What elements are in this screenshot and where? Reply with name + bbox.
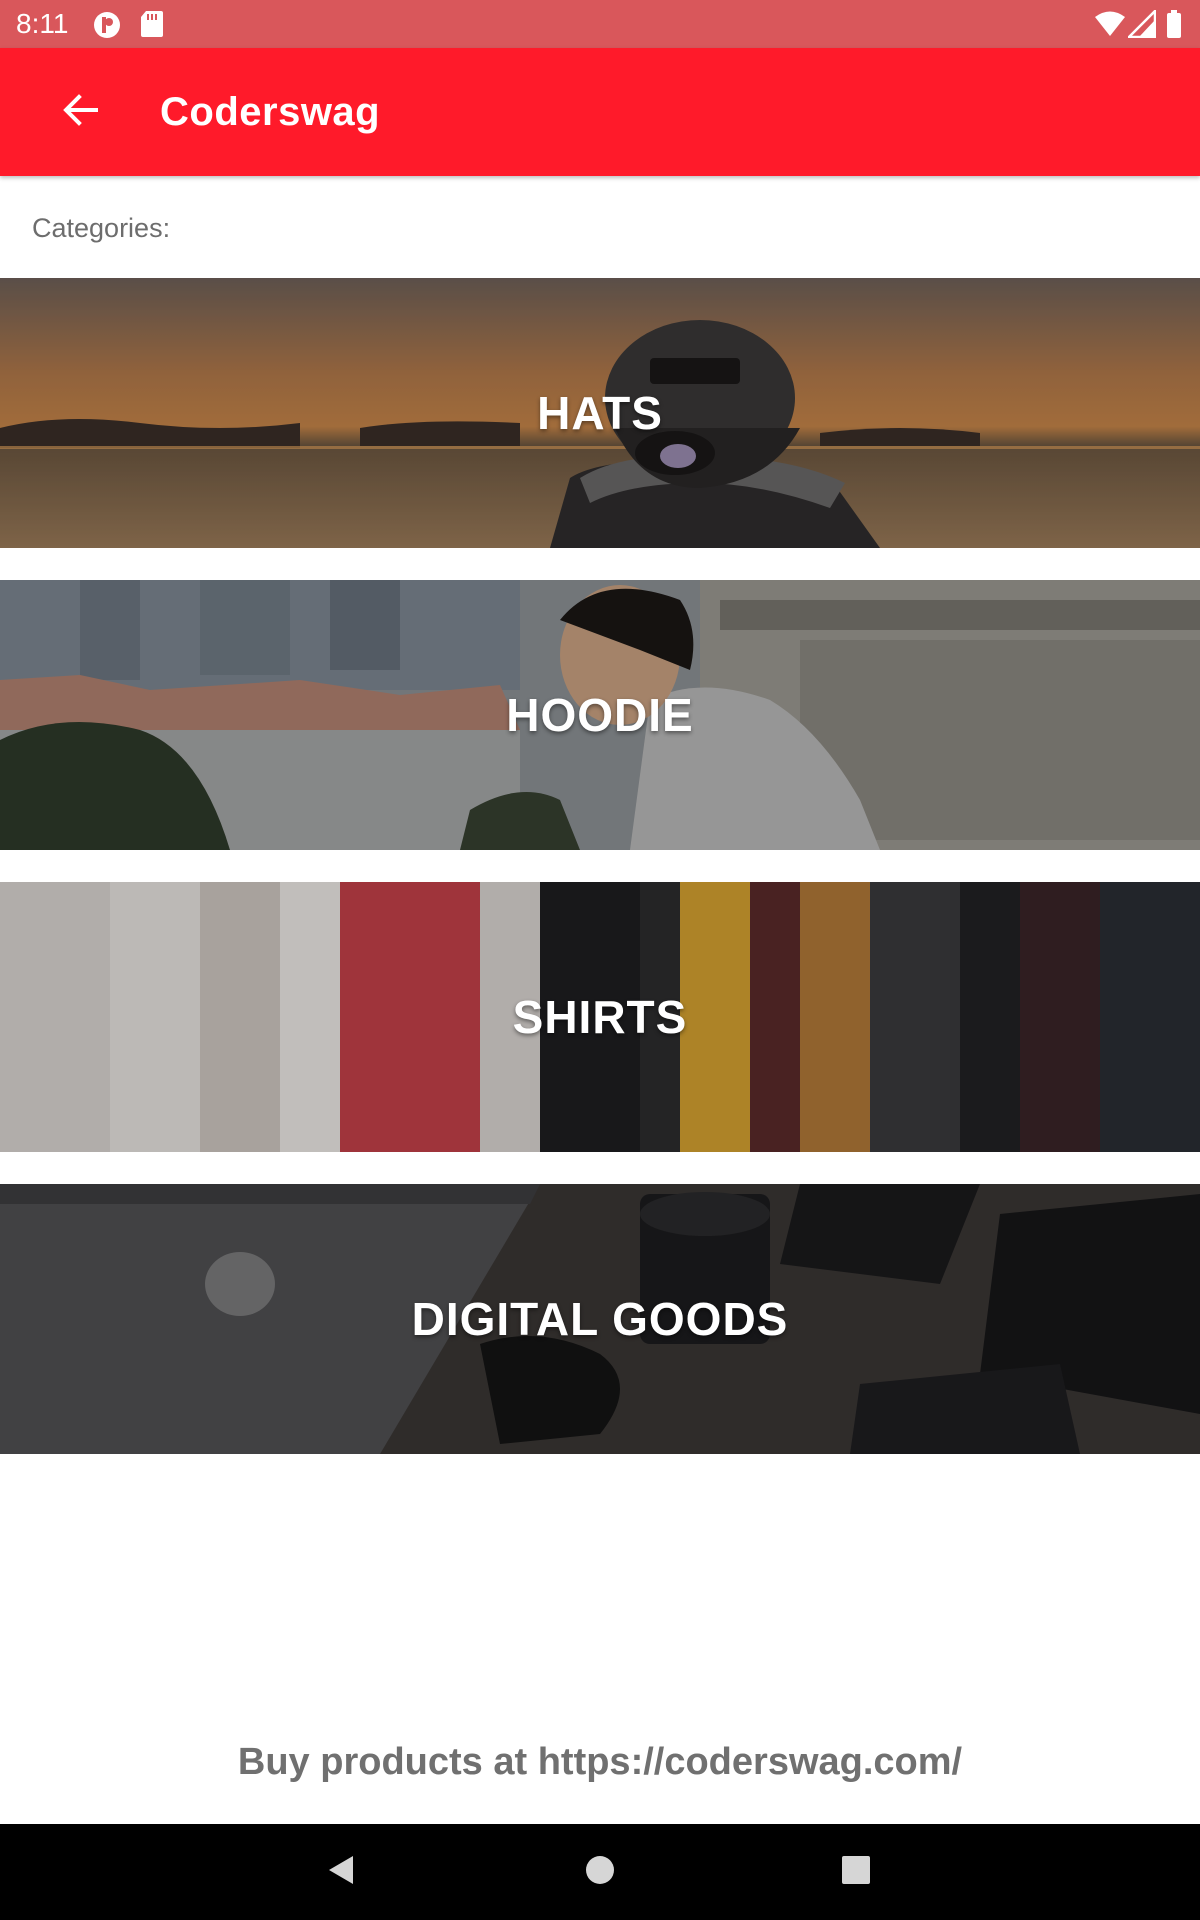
category-tile-hoodie[interactable]: HOODIE <box>0 580 1200 850</box>
home-circle-icon <box>583 1853 617 1892</box>
notification-icon <box>92 10 122 45</box>
category-tile-shirts[interactable]: SHIRTS <box>0 882 1200 1152</box>
navigation-bar <box>0 1824 1200 1920</box>
back-button[interactable] <box>40 72 120 152</box>
category-label-digital-goods: DIGITAL GOODS <box>411 1293 789 1345</box>
app-screen: 8:11 Coderswag Categories: HATS HOODIE S… <box>0 0 1200 1920</box>
signal-icon <box>1125 7 1157 43</box>
category-label-shirts: SHIRTS <box>512 991 688 1043</box>
app-bar: Coderswag <box>0 48 1200 176</box>
category-label-hoodie: HOODIE <box>506 689 694 741</box>
category-tile-digital-goods[interactable]: DIGITAL GOODS <box>0 1184 1200 1454</box>
recents-square-icon <box>839 1853 873 1892</box>
back-triangle-icon <box>325 1853 359 1892</box>
app-title: Coderswag <box>160 90 381 134</box>
sd-card-icon <box>140 10 164 43</box>
footer-text: Buy products at https://coderswag.com/ <box>237 1741 963 1783</box>
category-label-hats: HATS <box>537 387 663 439</box>
nav-recents-button[interactable] <box>826 1842 886 1902</box>
categories-label: Categories: <box>32 213 171 243</box>
battery-icon <box>1166 10 1182 43</box>
nav-home-button[interactable] <box>570 1842 630 1902</box>
category-tile-hats[interactable]: HATS <box>0 278 1200 548</box>
wifi-icon <box>1094 10 1126 43</box>
status-time: 8:11 <box>16 8 69 39</box>
arrow-back-icon <box>60 90 100 135</box>
status-bar: 8:11 <box>0 0 1200 48</box>
nav-back-button[interactable] <box>312 1842 372 1902</box>
